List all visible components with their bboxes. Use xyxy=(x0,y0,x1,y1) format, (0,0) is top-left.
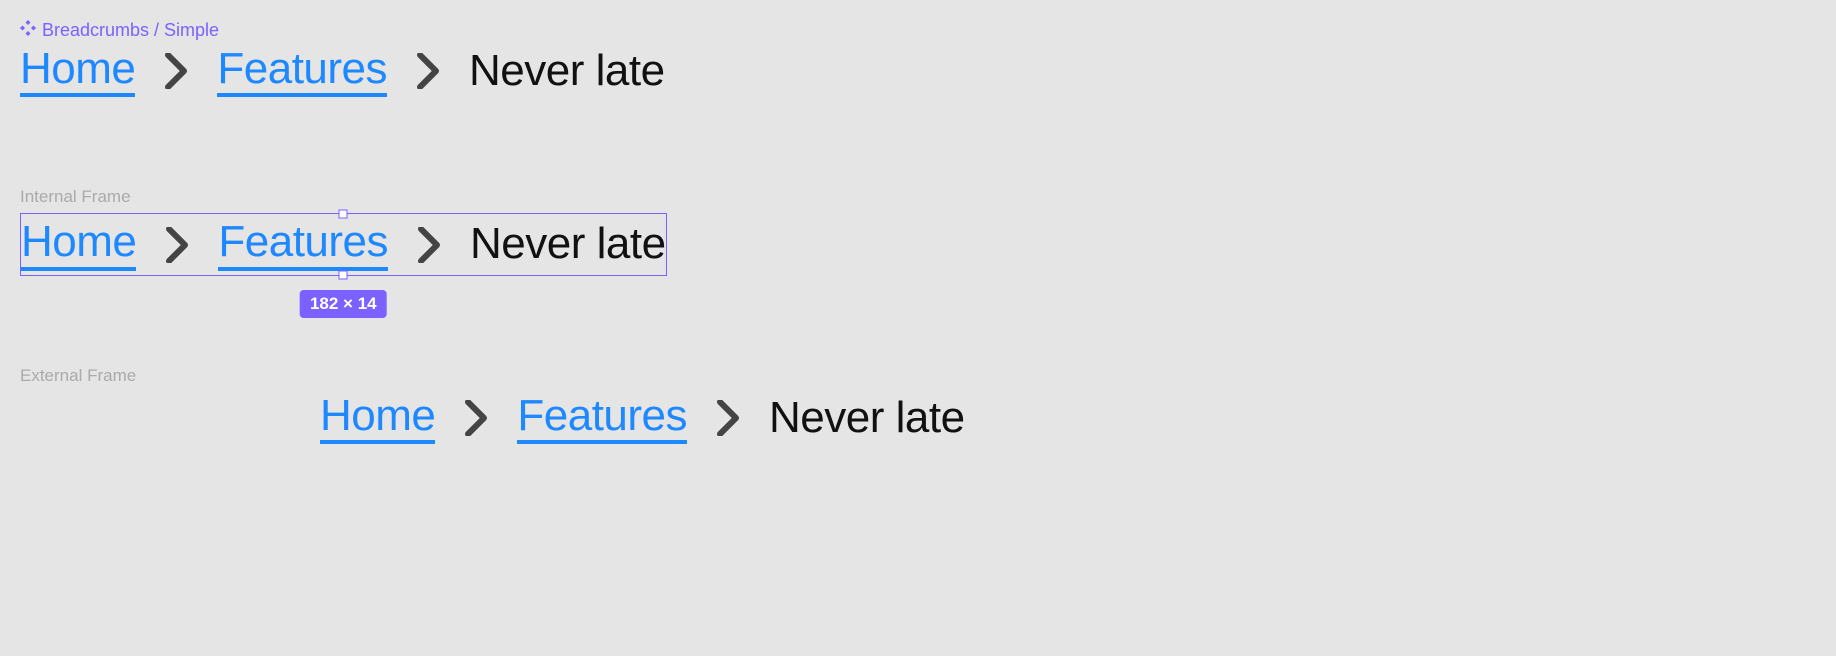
external-frame[interactable]: Home Features Never late xyxy=(20,392,1816,444)
breadcrumb: Home Features Never late xyxy=(21,214,666,274)
resize-handle-bottom[interactable] xyxy=(339,270,348,279)
breadcrumb-current: Never late xyxy=(469,47,665,95)
breadcrumb-link-features[interactable]: Features xyxy=(517,392,687,444)
component-icon xyxy=(20,20,36,41)
breadcrumb: Home Features Never late xyxy=(20,45,1816,97)
breadcrumb-link-features[interactable]: Features xyxy=(217,45,387,97)
selection-size-badge: 182 × 14 xyxy=(300,290,387,318)
breadcrumb-link-home[interactable]: Home xyxy=(320,392,435,444)
chevron-right-icon xyxy=(417,53,439,89)
resize-handle-top[interactable] xyxy=(339,210,348,219)
chevron-right-icon xyxy=(717,400,739,436)
breadcrumb-link-home[interactable]: Home xyxy=(21,218,136,270)
chevron-right-icon xyxy=(418,227,440,263)
internal-frame[interactable]: Home Features Never late 182 × 14 xyxy=(20,213,667,275)
chevron-right-icon xyxy=(165,53,187,89)
component-label[interactable]: Breadcrumbs / Simple xyxy=(20,20,1816,41)
breadcrumb-current: Never late xyxy=(769,394,965,442)
breadcrumb-link-features[interactable]: Features xyxy=(218,218,388,270)
external-frame-section: External Frame Home Features Never late xyxy=(20,366,1816,444)
breadcrumb-current: Never late xyxy=(470,220,666,268)
breadcrumb: Home Features Never late xyxy=(320,392,1816,444)
component-name: Breadcrumbs / Simple xyxy=(42,20,219,41)
breadcrumb-link-home[interactable]: Home xyxy=(20,45,135,97)
chevron-right-icon xyxy=(166,227,188,263)
component-variant-section: Breadcrumbs / Simple Home Features Never… xyxy=(20,20,1816,97)
frame-label-internal[interactable]: Internal Frame xyxy=(20,187,1816,207)
chevron-right-icon xyxy=(465,400,487,436)
internal-frame-section: Internal Frame Home Features Never late … xyxy=(20,187,1816,275)
frame-label-external[interactable]: External Frame xyxy=(20,366,1816,386)
